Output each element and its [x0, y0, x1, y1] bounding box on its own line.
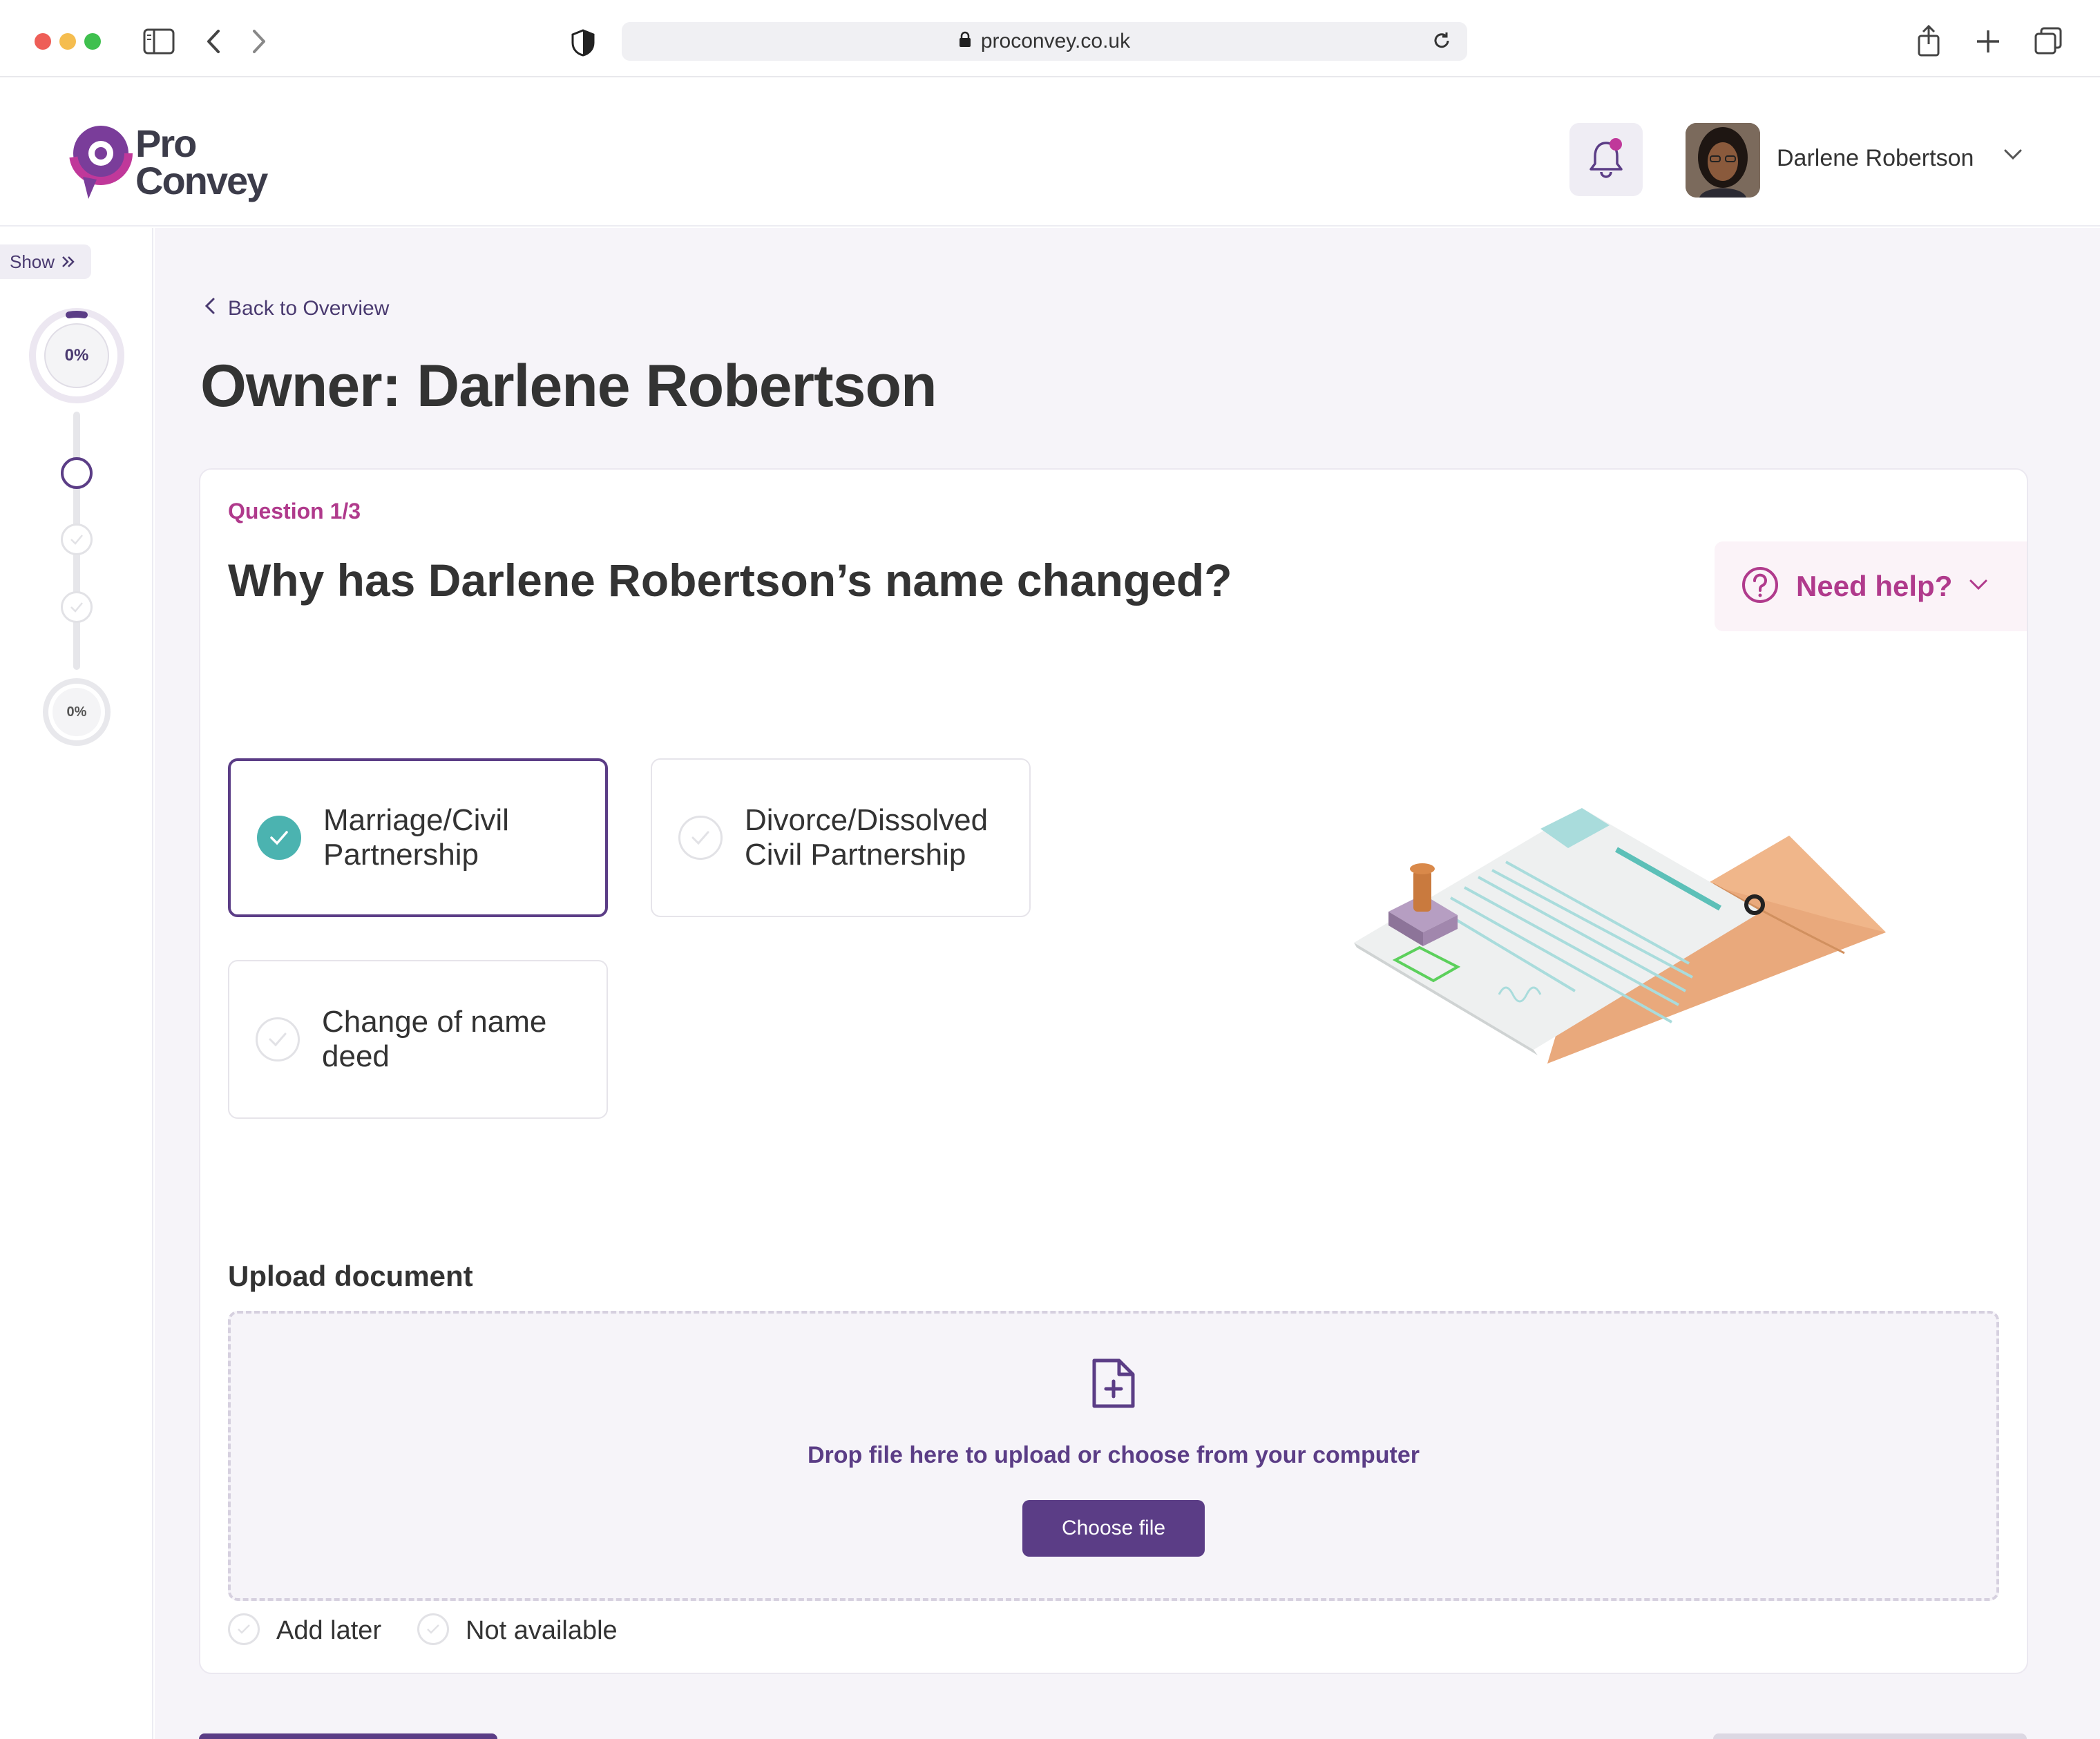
option-marriage-civil-partnership[interactable]: Marriage/Civil Partnership [228, 758, 608, 917]
dropzone-instructions: Drop file here to upload or choose from … [808, 1442, 1420, 1468]
zoom-window-button[interactable] [84, 33, 101, 50]
step-pending-check-icon[interactable] [61, 591, 93, 623]
help-circle-icon [1741, 566, 1779, 608]
page-title: Owner: Darlene Robertson [200, 353, 937, 419]
next-button[interactable] [1713, 1733, 2027, 1739]
double-chevron-right-icon [61, 251, 75, 273]
choose-file-button[interactable]: Choose file [1022, 1500, 1205, 1557]
reload-icon[interactable] [1431, 30, 1452, 57]
new-tab-icon[interactable] [1973, 26, 2003, 57]
back-to-overview-link[interactable]: Back to Overview [204, 297, 389, 320]
upload-section-title: Upload document [228, 1260, 473, 1292]
logo-wordmark: Pro Convey [135, 122, 268, 202]
section-progress-value: 0% [52, 688, 101, 736]
unchecked-icon [678, 816, 723, 860]
add-later-checkbox[interactable] [228, 1613, 260, 1645]
notifications-button[interactable] [1569, 123, 1643, 196]
question-text: Why has Darlene Robertson’s name changed… [228, 555, 1232, 606]
forward-arrow-icon[interactable] [249, 26, 269, 57]
back-arrow-icon[interactable] [203, 26, 224, 57]
url-text: proconvey.co.uk [980, 30, 1131, 52]
option-label: Divorce/Dissolved Civil Partnership [745, 803, 989, 872]
chevron-down-icon [1969, 578, 1988, 595]
question-counter: Question 1/3 [228, 499, 361, 523]
privacy-shield-icon[interactable] [569, 28, 597, 58]
overall-progress-value: 0% [44, 323, 109, 388]
not-available-label[interactable]: Not available [466, 1616, 618, 1646]
back-link-label: Back to Overview [228, 297, 390, 320]
minimize-window-button[interactable] [59, 33, 76, 50]
show-sidebar-button[interactable]: Show [0, 244, 91, 279]
option-divorce-dissolved-civil-partnership[interactable]: Divorce/Dissolved Civil Partnership [651, 758, 1031, 917]
step-current[interactable] [61, 457, 93, 489]
need-help-toggle[interactable]: Need help? [1715, 541, 2027, 631]
step-pending-check-icon[interactable] [61, 523, 93, 555]
close-window-button[interactable] [35, 33, 51, 50]
user-avatar[interactable] [1686, 123, 1760, 198]
need-help-label: Need help? [1796, 570, 1953, 602]
file-add-icon [1092, 1358, 1135, 1408]
sidebar-toggle-icon[interactable] [142, 28, 175, 55]
unchecked-icon [256, 1017, 300, 1061]
option-label: Marriage/Civil Partnership [323, 803, 509, 872]
show-label: Show [10, 251, 55, 272]
checked-icon [257, 816, 301, 860]
add-later-label[interactable]: Add later [276, 1616, 381, 1646]
chevron-down-icon[interactable] [2003, 148, 2023, 165]
chevron-left-icon [204, 297, 216, 320]
user-name[interactable]: Darlene Robertson [1777, 145, 1974, 172]
option-label: Change of name deed [322, 1005, 547, 1073]
document-envelope-illustration [1354, 808, 1886, 1064]
address-bar[interactable]: proconvey.co.uk [622, 22, 1467, 61]
tab-overview-icon[interactable] [2032, 25, 2064, 57]
not-available-checkbox[interactable] [417, 1613, 449, 1645]
previous-button[interactable] [199, 1733, 497, 1739]
bell-icon [1587, 137, 1625, 182]
share-icon[interactable] [1913, 23, 1944, 58]
lock-icon [959, 30, 971, 53]
option-change-of-name-deed[interactable]: Change of name deed [228, 960, 608, 1119]
